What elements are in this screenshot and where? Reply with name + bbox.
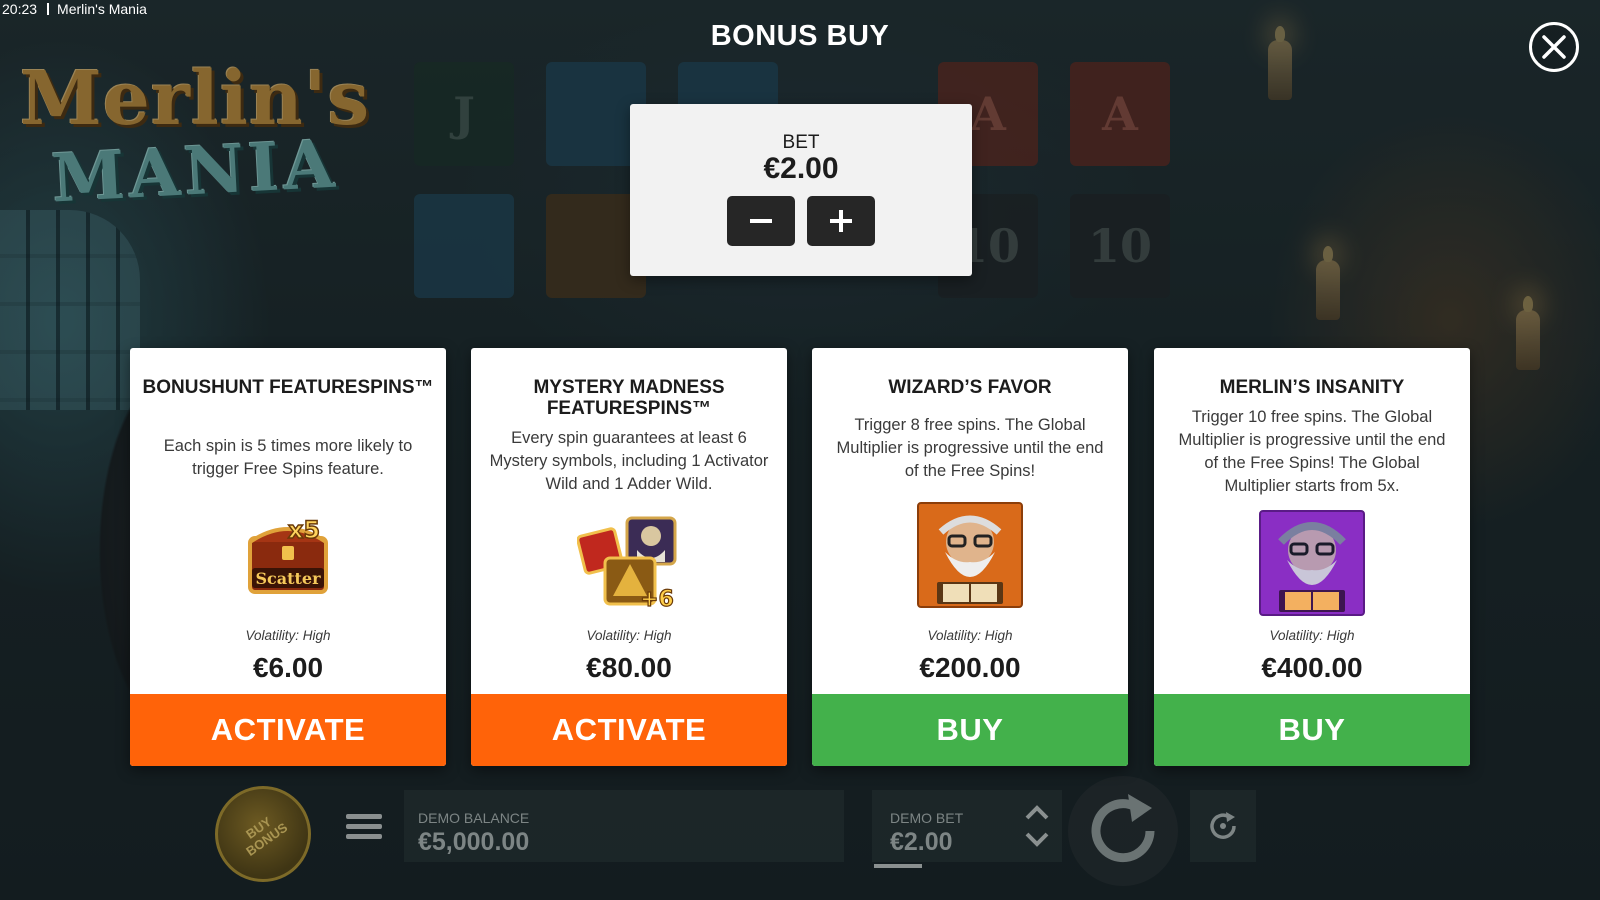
mystery-symbols-icon: +6 xyxy=(576,512,681,613)
buy-button[interactable]: BUY xyxy=(812,694,1128,766)
game-control-bar: BUY BONUS DEMO BALANCE €5,000.00 DEMO BE… xyxy=(0,770,1600,900)
spin-button[interactable] xyxy=(1068,776,1178,886)
hamburger-menu-icon[interactable] xyxy=(346,814,382,846)
card-price: €80.00 xyxy=(586,652,672,683)
card-description: Trigger 10 free spins. The Global Multip… xyxy=(1178,408,1446,495)
buy-button[interactable]: BUY xyxy=(1154,694,1470,766)
bet-selector: BET €2.00 xyxy=(630,104,972,276)
bet-controls xyxy=(630,196,972,246)
wizard-orange-portrait-icon xyxy=(917,502,1023,608)
card-description: Every spin guarantees at least 6 Mystery… xyxy=(489,429,769,493)
buy-bonus-label: BUY BONUS xyxy=(243,813,291,859)
activate-button[interactable]: ACTIVATE xyxy=(130,694,446,766)
card-title: BONUSHUNT FEATURESPINS™ xyxy=(142,377,434,398)
card-price: €200.00 xyxy=(919,652,1021,683)
minus-icon xyxy=(750,219,772,223)
bet-label: BET xyxy=(782,132,820,153)
wizard-purple-portrait-icon xyxy=(1259,510,1365,616)
plus-icon xyxy=(830,210,852,232)
card-price: €400.00 xyxy=(1261,652,1363,683)
increase-bet-button[interactable] xyxy=(807,196,875,246)
bonus-card-bonushunt: BONUSHUNT FEATURESPINS™ Each spin is 5 t… xyxy=(130,348,446,766)
card-volatility: Volatility: High xyxy=(586,628,672,643)
modal-title: BONUS BUY xyxy=(710,20,890,52)
demo-bet-underline xyxy=(874,864,922,868)
demo-bet-label: DEMO BET xyxy=(890,810,964,826)
close-button[interactable] xyxy=(1529,22,1579,72)
card-volatility: Volatility: High xyxy=(245,628,331,643)
autoplay-icon xyxy=(1210,812,1236,839)
card-title: MYSTERY MADNESS FEATURESPINS™ xyxy=(533,377,725,419)
status-separator xyxy=(47,3,50,15)
autoplay-button[interactable] xyxy=(1190,790,1256,862)
balance-label: DEMO BALANCE xyxy=(418,810,530,826)
bonus-card-mystery-madness: MYSTERY MADNESS FEATURESPINS™ Every spin… xyxy=(471,348,787,766)
decrease-bet-button[interactable] xyxy=(727,196,795,246)
bonus-card-merlins-insanity: MERLIN’S INSANITY Trigger 10 free spins.… xyxy=(1154,348,1470,766)
demo-balance-panel: DEMO BALANCE €5,000.00 xyxy=(404,790,844,862)
balance-value: €5,000.00 xyxy=(418,828,530,856)
bonus-options: BONUSHUNT FEATURESPINS™ Each spin is 5 t… xyxy=(130,348,1470,766)
card-title: MERLIN’S INSANITY xyxy=(1219,377,1405,398)
bet-value: €2.00 xyxy=(763,152,839,185)
card-title: WIZARD’S FAVOR xyxy=(888,377,1052,398)
scatter-chest-x5-icon: Scatter x5 xyxy=(244,512,332,596)
card-description: Trigger 8 free spins. The Global Multipl… xyxy=(836,416,1104,480)
chevron-up-down-icon[interactable] xyxy=(1022,796,1052,856)
demo-bet-value: €2.00 xyxy=(890,828,953,856)
status-app-title: Merlin's Mania xyxy=(57,1,147,17)
scatter-label: Scatter xyxy=(255,569,321,588)
spin-arrow-icon xyxy=(1091,794,1155,863)
activate-button[interactable]: ACTIVATE xyxy=(471,694,787,766)
plus-six-label: +6 xyxy=(640,587,674,610)
buy-bonus-button[interactable]: BUY BONUS xyxy=(215,786,311,882)
status-time: 20:23 xyxy=(2,1,38,17)
card-price: €6.00 xyxy=(252,652,324,683)
card-description: Each spin is 5 times more likely to trig… xyxy=(163,437,413,478)
bonus-card-wizards-favor: WIZARD’S FAVOR Trigger 8 free spins. The… xyxy=(812,348,1128,766)
card-volatility: Volatility: High xyxy=(927,628,1013,643)
card-volatility: Volatility: High xyxy=(1269,628,1355,643)
close-icon xyxy=(1542,35,1566,59)
status-bar: 20:23 Merlin's Mania xyxy=(0,0,147,18)
multiplier-label: x5 xyxy=(288,516,320,544)
